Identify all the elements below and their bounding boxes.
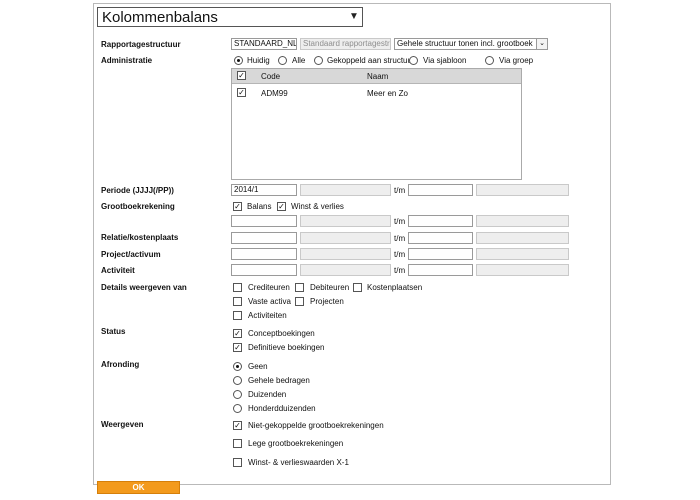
select-all-checkbox[interactable]: ✓ [237, 71, 246, 80]
status-label: Status [101, 327, 126, 336]
structure-option-value: Gehele structuur tonen incl. grootboek [397, 39, 533, 48]
radio-gehele-bedragen-label: Gehele bedragen [248, 376, 310, 385]
kostenplaatsen-label: Kostenplaatsen [367, 283, 423, 292]
activiteit-to-input[interactable] [408, 264, 473, 276]
administratie-grid: ✓ Code Naam ✓ ADM99 Meer en Zo [231, 68, 522, 180]
projecten-label: Projecten [310, 297, 344, 306]
crediteuren-checkbox[interactable] [233, 283, 242, 292]
chevron-down-icon[interactable]: ⌄ [536, 39, 547, 49]
radio-honderdduizenden[interactable] [233, 404, 242, 413]
vaste-activa-label: Vaste activa [248, 297, 291, 306]
radio-geen[interactable] [233, 362, 242, 371]
radio-huidig-label: Huidig [247, 56, 270, 65]
grootboek-from-desc [300, 215, 391, 227]
radio-gekoppeld-label: Gekoppeld aan structuur [327, 56, 415, 65]
radio-duizenden[interactable] [233, 390, 242, 399]
grootboek-tm-label: t/m [394, 217, 406, 226]
row-code: ADM99 [261, 89, 288, 98]
conceptboekingen-checkbox[interactable]: ✓ [233, 329, 242, 338]
column-code: Code [261, 72, 281, 81]
radio-groep[interactable] [485, 56, 494, 65]
activiteit-tm-label: t/m [394, 266, 406, 275]
project-label: Project/activum [101, 250, 161, 259]
row-naam: Meer en Zo [367, 89, 408, 98]
activiteit-label: Activiteit [101, 266, 135, 275]
afronding-label: Afronding [101, 360, 140, 369]
radio-gehele-bedragen[interactable] [233, 376, 242, 385]
weergeven-label: Weergeven [101, 420, 144, 429]
rapportagestructuur-label: Rapportagestructuur [101, 40, 181, 49]
grootboek-from-input[interactable] [231, 215, 297, 227]
relatie-tm-label: t/m [394, 234, 406, 243]
project-to-desc [476, 248, 569, 260]
debiteuren-checkbox[interactable] [295, 283, 304, 292]
vaste-activa-checkbox[interactable] [233, 297, 242, 306]
periode-tm-label: t/m [394, 186, 406, 195]
niet-gekoppelde-label: Niet-gekoppelde grootboekrekeningen [248, 421, 384, 430]
project-tm-label: t/m [394, 250, 406, 259]
activiteiten-label: Activiteiten [248, 311, 287, 320]
project-from-input[interactable] [231, 248, 297, 260]
radio-huidig[interactable] [234, 56, 243, 65]
activiteit-from-desc [300, 264, 391, 276]
relatie-label: Relatie/kostenplaats [101, 233, 179, 242]
balans-label: Balans [247, 202, 272, 211]
relatie-to-desc [476, 232, 569, 244]
activiteiten-checkbox[interactable] [233, 311, 242, 320]
report-type-select[interactable]: Kolommenbalans ▼ [97, 7, 363, 27]
periode-from-desc [300, 184, 391, 196]
winst-verlies-label: Winst & verlies [291, 202, 344, 211]
niet-gekoppelde-checkbox[interactable]: ✓ [233, 421, 242, 430]
column-naam: Naam [367, 72, 389, 81]
lege-grootboek-label: Lege grootboekrekeningen [248, 439, 344, 448]
structure-option-select[interactable]: Gehele structuur tonen incl. grootboek ⌄ [394, 38, 548, 50]
activiteit-to-desc [476, 264, 569, 276]
radio-sjabloon[interactable] [409, 56, 418, 65]
projecten-checkbox[interactable] [295, 297, 304, 306]
debiteuren-label: Debiteuren [310, 283, 350, 292]
activiteit-from-input[interactable] [231, 264, 297, 276]
grootboek-to-desc [476, 215, 569, 227]
radio-alle-label: Alle [292, 56, 306, 65]
administratie-label: Administratie [101, 56, 153, 65]
radio-duizenden-label: Duizenden [248, 390, 287, 399]
relatie-from-desc [300, 232, 391, 244]
kostenplaatsen-checkbox[interactable] [353, 283, 362, 292]
structure-name-input: Standaard rapportagestru [300, 38, 391, 50]
grootboek-to-input[interactable] [408, 215, 473, 227]
relatie-to-input[interactable] [408, 232, 473, 244]
winst-verlies-checkbox[interactable]: ✓ [277, 202, 286, 211]
relatie-from-input[interactable] [231, 232, 297, 244]
details-label: Details weergeven van [101, 283, 187, 292]
winst-verlies-x1-checkbox[interactable] [233, 458, 242, 467]
radio-gekoppeld[interactable] [314, 56, 323, 65]
conceptboekingen-label: Conceptboekingen [248, 329, 315, 338]
balans-checkbox[interactable]: ✓ [233, 202, 242, 211]
ok-button[interactable]: OK [97, 481, 180, 494]
periode-label: Periode (JJJJ(/PP)) [101, 186, 174, 195]
report-type-value: Kolommenbalans [102, 9, 218, 26]
periode-from-input[interactable]: 2014/1 [231, 184, 297, 196]
row-checkbox[interactable]: ✓ [237, 88, 246, 97]
grid-header: ✓ Code Naam [232, 69, 521, 84]
periode-to-input[interactable] [408, 184, 473, 196]
radio-geen-label: Geen [248, 362, 268, 371]
project-to-input[interactable] [408, 248, 473, 260]
grootboek-label: Grootboekrekening [101, 202, 175, 211]
project-from-desc [300, 248, 391, 260]
radio-alle[interactable] [278, 56, 287, 65]
definitieve-boekingen-label: Definitieve boekingen [248, 343, 325, 352]
radio-groep-label: Via groep [499, 56, 534, 65]
crediteuren-label: Crediteuren [248, 283, 290, 292]
winst-verlies-x1-label: Winst- & verlieswaarden X-1 [248, 458, 349, 467]
radio-honderdduizenden-label: Honderdduizenden [248, 404, 316, 413]
radio-sjabloon-label: Via sjabloon [423, 56, 467, 65]
periode-to-desc [476, 184, 569, 196]
definitieve-boekingen-checkbox[interactable]: ✓ [233, 343, 242, 352]
structure-code-input[interactable]: STANDAARD_NL [231, 38, 297, 50]
lege-grootboek-checkbox[interactable] [233, 439, 242, 448]
chevron-down-icon[interactable]: ▼ [348, 11, 360, 23]
